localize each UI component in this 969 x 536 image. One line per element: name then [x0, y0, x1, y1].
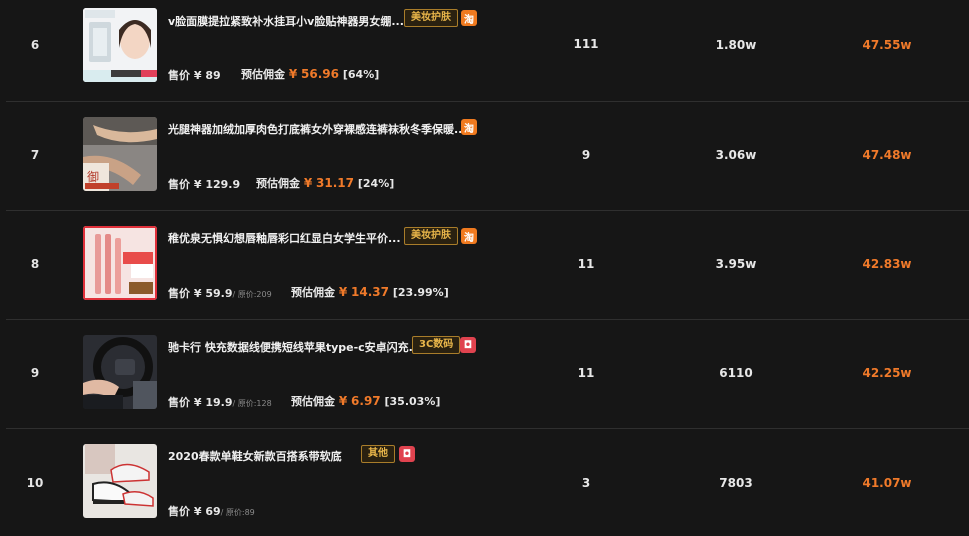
- sales-count: 11: [577, 257, 595, 271]
- shoes-product-icon: [83, 444, 157, 518]
- revenue-value: 47.55w: [862, 38, 912, 52]
- price-line: 售价 ¥ 69/ 原价:89: [168, 503, 255, 519]
- price-value: 129.9: [205, 178, 241, 191]
- price-label: 售价: [168, 505, 190, 518]
- original-price-label: / 原价:: [232, 290, 257, 299]
- table-row[interactable]: 6 v脸面膜提拉紧致补水挂耳小v脸贴神器男女绷... 美妆护肤 淘 售价 ¥ 8…: [0, 0, 969, 100]
- rank-number: 7: [30, 148, 40, 162]
- rank-number: 9: [30, 366, 40, 380]
- original-price-label: / 原价:: [220, 508, 245, 517]
- sales-count: 11: [577, 366, 595, 380]
- price-label: 售价: [168, 178, 190, 191]
- revenue-value: 42.25w: [862, 366, 912, 380]
- face-mask-product-icon: [83, 8, 157, 82]
- commission-amount: 6.97: [351, 394, 381, 408]
- price-line: 售价 ¥ 19.9/ 原价:128: [168, 394, 272, 410]
- original-price-value: 209: [256, 290, 272, 299]
- table-row[interactable]: 8 稚优泉无惧幻想唇釉唇彩口红显白女学生平价... 美妆护肤 淘 售价 ¥ 59…: [0, 210, 969, 319]
- commission-label: 预估佣金: [291, 395, 335, 408]
- sales-count: 9: [581, 148, 591, 162]
- currency-symbol: ¥: [303, 176, 313, 190]
- original-price-value: 89: [244, 508, 255, 517]
- price-label: 售价: [168, 396, 190, 409]
- commission-label: 预估佣金: [291, 286, 335, 299]
- commission-line: 预估佣金 ¥ 6.97 [35.03%]: [291, 393, 440, 409]
- product-title[interactable]: 驰卡行 快充数据线便携短线苹果type-c安卓闪充...: [168, 339, 421, 355]
- currency-symbol: ¥: [338, 285, 348, 299]
- view-count: 1.80w: [715, 38, 757, 52]
- currency-symbol: ¥: [193, 178, 202, 191]
- commission-amount: 31.17: [316, 176, 355, 190]
- price-value: 89: [205, 69, 221, 82]
- commission-line: 预估佣金 ¥ 31.17 [24%]: [256, 175, 394, 191]
- sales-count: 3: [581, 476, 591, 490]
- product-thumbnail[interactable]: [83, 335, 157, 409]
- lipstick-product-icon: [83, 226, 157, 300]
- price-line: 售价 ¥ 129.9: [168, 176, 240, 192]
- currency-symbol: ¥: [288, 67, 298, 81]
- commission-rate: [23.99%]: [392, 286, 449, 299]
- revenue-value: 42.83w: [862, 257, 912, 271]
- category-tag: 美妆护肤: [404, 227, 458, 245]
- commission-rate: [64%]: [342, 68, 380, 81]
- currency-symbol: ¥: [193, 287, 202, 300]
- original-price-label: / 原价:: [232, 399, 257, 408]
- commission-rate: [35.03%]: [384, 395, 441, 408]
- taobao-icon: 淘: [461, 119, 477, 135]
- price-value: 69: [205, 505, 221, 518]
- revenue-value: 47.48w: [862, 148, 912, 162]
- product-thumbnail[interactable]: 御: [83, 117, 157, 191]
- original-price-value: 128: [256, 399, 272, 408]
- currency-symbol: ¥: [193, 69, 202, 82]
- revenue-value: 41.07w: [862, 476, 912, 490]
- commission-amount: 56.96: [301, 67, 340, 81]
- product-thumbnail[interactable]: [83, 226, 157, 300]
- product-title[interactable]: 稚优泉无惧幻想唇釉唇彩口红显白女学生平价...: [168, 230, 401, 246]
- price-value: 19.9: [205, 396, 233, 409]
- commission-amount: 14.37: [351, 285, 390, 299]
- currency-symbol: ¥: [193, 396, 202, 409]
- product-title[interactable]: 2020春款单鞋女新款百搭系带软底: [168, 448, 342, 464]
- price-label: 售价: [168, 69, 190, 82]
- category-tag: 美妆护肤: [404, 9, 458, 27]
- product-thumbnail[interactable]: [83, 8, 157, 82]
- table-row[interactable]: 7 御 光腿神器加绒加厚肉色打底裤女外穿裸感连裤袜秋冬季保暖... 淘 售价 ¥…: [0, 101, 969, 210]
- pinduoduo-icon: ◘: [399, 446, 415, 462]
- category-tag: 3C数码: [412, 336, 461, 354]
- commission-label: 预估佣金: [241, 68, 285, 81]
- rank-number: 6: [30, 38, 40, 52]
- currency-symbol: ¥: [338, 394, 348, 408]
- price-line: 售价 ¥ 89: [168, 67, 221, 83]
- leggings-product-icon: 御: [83, 117, 157, 191]
- sales-count: 111: [573, 37, 599, 51]
- view-count: 7803: [719, 476, 753, 490]
- product-thumbnail[interactable]: [83, 444, 157, 518]
- table-row[interactable]: 9 驰卡行 快充数据线便携短线苹果type-c安卓闪充... 3C数码 ◘ 售价…: [0, 319, 969, 428]
- category-tag: 其他: [361, 445, 395, 463]
- pinduoduo-icon: ◘: [460, 337, 476, 353]
- currency-symbol: ¥: [193, 505, 202, 518]
- price-label: 售价: [168, 287, 190, 300]
- taobao-icon: 淘: [461, 10, 477, 26]
- commission-line: 预估佣金 ¥ 56.96 [64%]: [241, 66, 379, 82]
- price-value: 59.9: [205, 287, 233, 300]
- price-line: 售价 ¥ 59.9/ 原价:209: [168, 285, 272, 301]
- commission-rate: [24%]: [357, 177, 395, 190]
- view-count: 3.06w: [715, 148, 757, 162]
- view-count: 6110: [719, 366, 753, 380]
- taobao-icon: 淘: [461, 228, 477, 244]
- svg-text:御: 御: [87, 169, 99, 184]
- product-title[interactable]: 光腿神器加绒加厚肉色打底裤女外穿裸感连裤袜秋冬季保暖...: [168, 121, 467, 137]
- cable-product-icon: [83, 335, 157, 409]
- product-title[interactable]: v脸面膜提拉紧致补水挂耳小v脸贴神器男女绷...: [168, 13, 404, 29]
- rank-number: 8: [30, 257, 40, 271]
- commission-label: 预估佣金: [256, 177, 300, 190]
- rank-number: 10: [26, 476, 44, 490]
- commission-line: 预估佣金 ¥ 14.37 [23.99%]: [291, 284, 449, 300]
- table-row[interactable]: 10 2020春款单鞋女新款百搭系带软底 其他 ◘ 售价 ¥ 69/ 原价:89…: [0, 428, 969, 536]
- view-count: 3.95w: [715, 257, 757, 271]
